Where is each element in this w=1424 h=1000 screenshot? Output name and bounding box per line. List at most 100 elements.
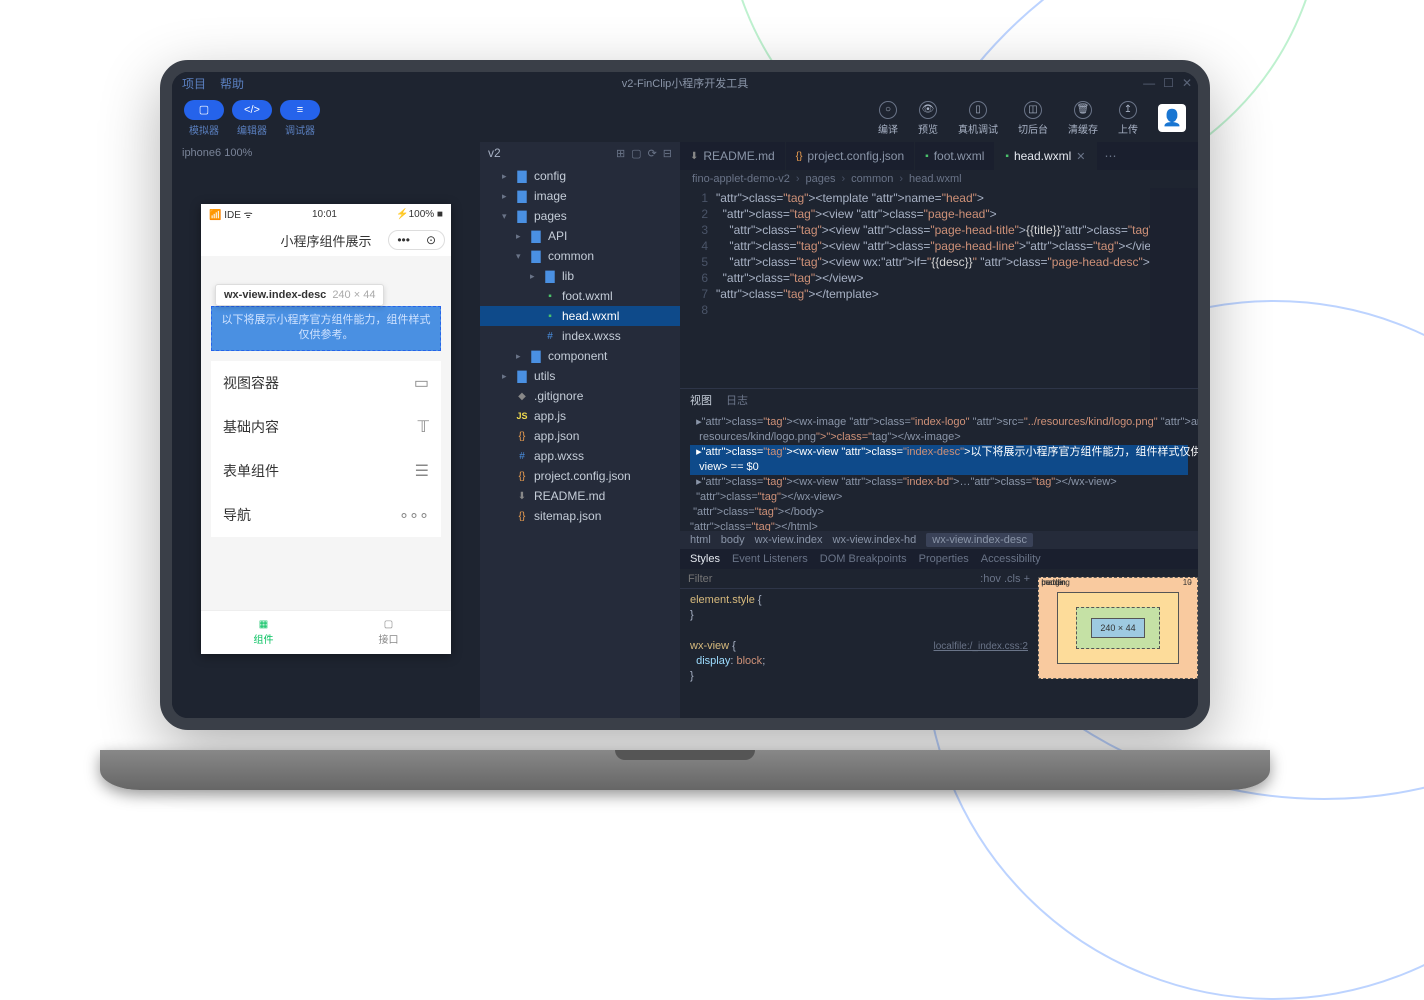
editor-tab[interactable]: ▪foot.wxml [915,142,995,170]
tool-clear-cache[interactable]: 🗑清缓存 [1068,101,1098,136]
devtools-tab-view[interactable]: 视图 [690,392,712,408]
tree-file[interactable]: {}app.json [480,426,680,446]
style-subtab[interactable]: Properties [919,553,969,565]
path-segment[interactable]: wx-view.index-hd [833,534,917,546]
tree-folder[interactable]: ▾▇pages [480,206,680,226]
editor-tab[interactable]: ▪head.wxml✕ [995,142,1096,170]
folder-icon: ▇ [543,269,557,283]
folder-icon: ▇ [515,169,529,183]
collapse-icon[interactable]: ⊟ [663,147,672,160]
hov-toggle[interactable]: :hov [980,573,1001,585]
list-item[interactable]: 视图容器▭ [211,361,441,405]
tree-file[interactable]: JSapp.js [480,406,680,426]
phone-tab-api[interactable]: ▢接口 [326,611,451,654]
user-avatar[interactable]: 👤 [1158,104,1186,132]
dom-node[interactable]: "attr">class="tag"></body> [690,505,1188,520]
editor-tab[interactable]: ⬇README.md [680,142,786,170]
tree-file[interactable]: ▪foot.wxml [480,286,680,306]
tree-folder[interactable]: ▸▇lib [480,266,680,286]
folder-icon: ▇ [515,189,529,203]
add-rule-button[interactable]: + [1024,573,1030,585]
phone-preview: 📶 IDE ᯤ 10:01 ⚡100% ■ 小程序组件展示 •••⊙ wx-vi [201,204,451,654]
minimize-icon[interactable]: — [1143,76,1155,90]
list-item[interactable]: 基础内容𝕋 [211,405,441,449]
path-segment[interactable]: wx-view.index [755,534,823,546]
tree-file[interactable]: {}sitemap.json [480,506,680,526]
new-file-icon[interactable]: ⊞ [616,147,625,160]
menu-project[interactable]: 项目 [182,75,206,92]
mode-editor[interactable]: </>编辑器 [232,100,272,137]
capsule-button[interactable]: •••⊙ [388,230,445,250]
tree-file[interactable]: ⬇README.md [480,486,680,506]
styles-filter-input[interactable] [688,573,980,585]
tree-folder[interactable]: ▾▇common [480,246,680,266]
tree-folder[interactable]: ▸▇component [480,346,680,366]
tree-file[interactable]: #app.wxss [480,446,680,466]
close-icon[interactable]: ✕ [1182,76,1192,90]
css-rule-block[interactable]: </span><span class="css-sel">.index-desc… [680,627,1038,635]
tool-preview[interactable]: 👁预览 [918,101,938,136]
tree-file[interactable]: ◆.gitignore [480,386,680,406]
tree-file[interactable]: ▪head.wxml [480,306,680,326]
dom-node[interactable]: ▸"attr">class="tag"><wx-image "attr">cla… [690,415,1188,430]
path-segment[interactable]: html [690,534,711,546]
breadcrumb-segment[interactable]: head.wxml [909,173,962,185]
dom-node[interactable]: ▸"attr">class="tag"><wx-view "attr">clas… [690,475,1188,490]
menu-help[interactable]: 帮助 [220,75,244,92]
dom-node[interactable]: view> == $0 [690,460,1188,475]
tree-folder[interactable]: ▸▇utils [480,366,680,386]
laptop-base [100,750,1270,790]
file-icon: ▪ [1005,151,1009,162]
code-editor[interactable]: 12345678 "attr">class="tag"><template "a… [680,188,1198,388]
dom-node[interactable]: ▸"attr">class="tag"><wx-view "attr">clas… [690,445,1188,460]
capsule-close-icon[interactable]: ⊙ [418,231,444,249]
css-source-link[interactable]: localfile:/_index.css:2 [934,639,1029,654]
file-icon: ▪ [543,311,557,322]
dom-node[interactable]: "attr">class="tag"></html> [690,520,1188,531]
tree-folder[interactable]: ▸▇API [480,226,680,246]
phone-tab-component[interactable]: ▦组件 [201,611,326,654]
breadcrumb-segment[interactable]: pages [806,173,836,185]
minimap[interactable] [1150,188,1198,388]
style-subtab[interactable]: Event Listeners [732,553,808,565]
project-root[interactable]: v2 [488,146,501,160]
devtools-tab-log[interactable]: 日志 [726,392,748,408]
file-icon: # [515,451,529,462]
capsule-menu-icon[interactable]: ••• [389,231,418,249]
path-segment[interactable]: wx-view.index-desc [926,533,1033,547]
editor-tab[interactable]: {}project.config.json [786,142,915,170]
tree-file[interactable]: {}project.config.json [480,466,680,486]
breadcrumb-segment[interactable]: common [851,173,893,185]
tree-folder[interactable]: ▸▇image [480,186,680,206]
dom-node[interactable]: "attr">class="tag"></wx-view> [690,490,1188,505]
list-item[interactable]: 导航∘∘∘ [211,493,441,537]
breadcrumb-segment[interactable]: fino-applet-demo-v2 [692,173,790,185]
css-rules[interactable]: element.style {}</span><span class="css-… [680,589,1038,688]
dom-node[interactable]: resources/kind/logo.png">">class="tag"><… [690,430,1188,445]
path-segment[interactable]: body [721,534,745,546]
close-tab-icon[interactable]: ✕ [1076,150,1085,163]
tree-file[interactable]: #index.wxss [480,326,680,346]
simulator-device-label[interactable]: iphone6 100% [172,142,480,164]
list-item[interactable]: 表单组件☰ [211,449,441,493]
css-rule-block[interactable]: element.style {} [680,589,1038,627]
new-folder-icon[interactable]: ▢ [631,147,641,160]
refresh-icon[interactable]: ⟳ [648,147,657,160]
cls-toggle[interactable]: .cls [1004,573,1021,585]
css-rule-block[interactable]: localfile:/_index.css:2wx-view { display… [680,635,1038,688]
dom-tree[interactable]: ▸"attr">class="tag"><wx-image "attr">cla… [680,411,1198,531]
file-explorer: v2 ⊞ ▢ ⟳ ⊟ ▸▇config▸▇image▾▇pages▸▇API▾▇… [480,142,680,718]
maximize-icon[interactable]: ☐ [1163,76,1174,90]
style-subtab[interactable]: Accessibility [981,553,1041,565]
style-subtab[interactable]: Styles [690,553,720,565]
tool-remote[interactable]: ▯真机调试 [958,101,998,136]
element-path[interactable]: html body wx-view.index wx-view.index-hd wx-… [680,531,1198,549]
tool-upload[interactable]: ↥上传 [1118,101,1138,136]
style-subtab[interactable]: DOM Breakpoints [820,553,907,565]
tree-folder[interactable]: ▸▇config [480,166,680,186]
tool-compile[interactable]: ○编译 [878,101,898,136]
tool-background[interactable]: ◫切后台 [1018,101,1048,136]
mode-simulator[interactable]: ▢模拟器 [184,100,224,137]
mode-debugger[interactable]: ≡调试器 [280,100,320,137]
tab-overflow-icon[interactable]: ⋯ [1097,142,1125,170]
